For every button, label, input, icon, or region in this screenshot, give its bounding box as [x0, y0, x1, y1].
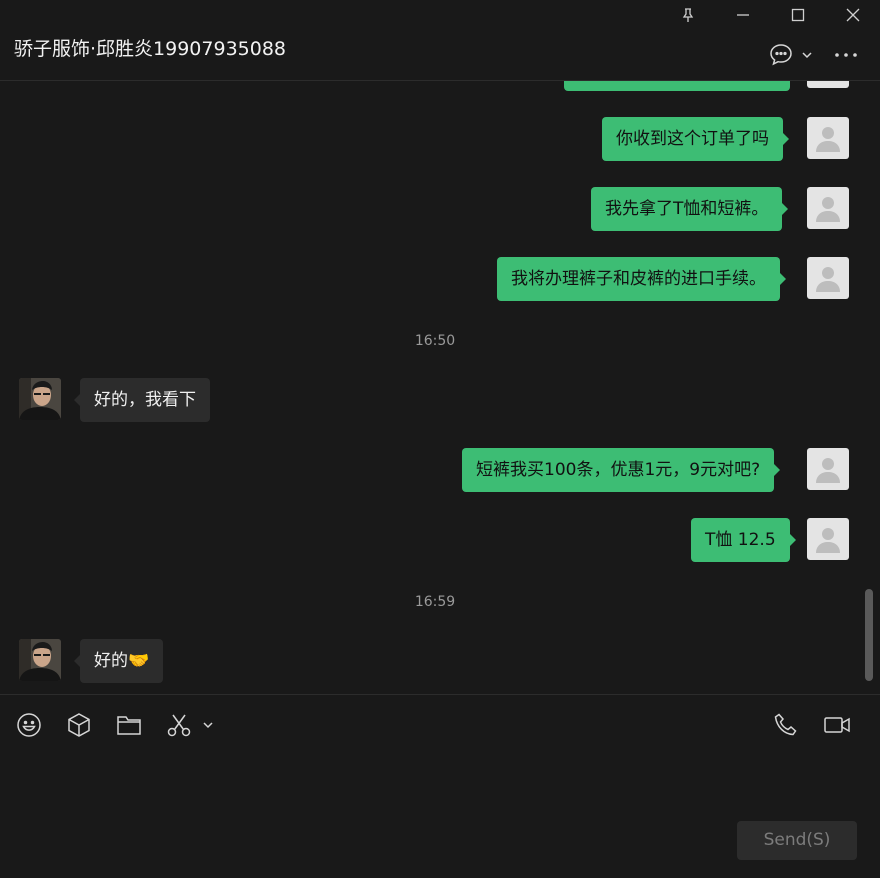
more-icon	[835, 53, 857, 57]
user-silhouette-icon	[816, 458, 840, 483]
voice-call-button[interactable]	[771, 710, 801, 740]
message-bubble[interactable]	[564, 81, 790, 91]
close-button[interactable]	[825, 0, 880, 30]
header-actions	[768, 40, 858, 70]
user-silhouette-icon	[816, 267, 840, 292]
video-icon	[824, 717, 850, 733]
scrollbar-thumb[interactable]	[865, 589, 873, 681]
message-bubble[interactable]: 我将办理裤子和皮裤的进口手续。	[497, 257, 786, 301]
chat-title: 骄子服饰·邱胜炎19907935088	[14, 38, 287, 60]
user-silhouette-icon	[816, 528, 840, 553]
my-avatar[interactable]	[807, 187, 849, 229]
pin-button[interactable]	[660, 0, 715, 30]
my-avatar[interactable]	[807, 448, 849, 490]
contact-avatar[interactable]	[19, 378, 61, 420]
pin-icon	[682, 8, 693, 22]
maximize-icon	[791, 8, 804, 22]
scissors-icon	[167, 714, 191, 737]
file-button[interactable]	[114, 710, 144, 740]
message-timestamp: 16:50	[414, 333, 456, 349]
message-list[interactable]: 你收到这个订单了吗 我先拿了T恤和短裤。 我将办理裤子和皮裤的进口手续。 16:…	[0, 81, 862, 693]
sticker-box-icon	[68, 713, 90, 737]
user-silhouette-icon	[816, 127, 840, 152]
chevron-down-icon	[802, 52, 812, 59]
maximize-button[interactable]	[770, 0, 825, 30]
my-avatar[interactable]	[807, 81, 849, 88]
message-bubble[interactable]: 我先拿了T恤和短裤。	[591, 187, 789, 231]
my-avatar[interactable]	[807, 257, 849, 299]
message-bubble[interactable]: 你收到这个订单了吗	[602, 117, 789, 161]
chat-info-button[interactable]	[768, 40, 794, 70]
emoji-button[interactable]	[14, 710, 44, 740]
phone-icon	[774, 713, 797, 736]
user-silhouette-icon	[816, 197, 840, 222]
folder-icon	[117, 716, 141, 735]
my-avatar[interactable]	[807, 518, 849, 560]
message-bubble[interactable]: 短裤我买100条，优惠1元，9元对吧?	[462, 448, 781, 492]
send-button[interactable]: Send(S)	[737, 821, 857, 860]
emoji-icon	[17, 713, 41, 737]
contact-photo	[19, 378, 61, 420]
chat-info-dropdown[interactable]	[800, 40, 814, 70]
my-avatar[interactable]	[807, 117, 849, 159]
contact-avatar[interactable]	[19, 639, 61, 681]
minimize-icon	[736, 14, 749, 16]
message-bubble[interactable]: T恤 12.5	[691, 518, 796, 562]
message-bubble[interactable]: 好的🤝	[73, 639, 164, 683]
video-call-button[interactable]	[822, 710, 852, 740]
screenshot-options-button[interactable]	[196, 710, 220, 740]
minimize-button[interactable]	[715, 0, 770, 30]
chevron-down-icon	[203, 722, 213, 729]
more-button[interactable]	[834, 40, 858, 70]
chat-bubble-icon	[770, 44, 792, 66]
sticker-box-button[interactable]	[64, 710, 94, 740]
contact-photo	[19, 639, 61, 681]
screenshot-button[interactable]	[164, 710, 194, 740]
window-controls	[660, 0, 880, 32]
message-bubble[interactable]: 好的，我看下	[74, 378, 210, 422]
close-icon	[846, 8, 859, 22]
message-timestamp: 16:59	[414, 594, 456, 610]
composer-divider	[0, 694, 880, 695]
message-input[interactable]	[14, 752, 864, 812]
